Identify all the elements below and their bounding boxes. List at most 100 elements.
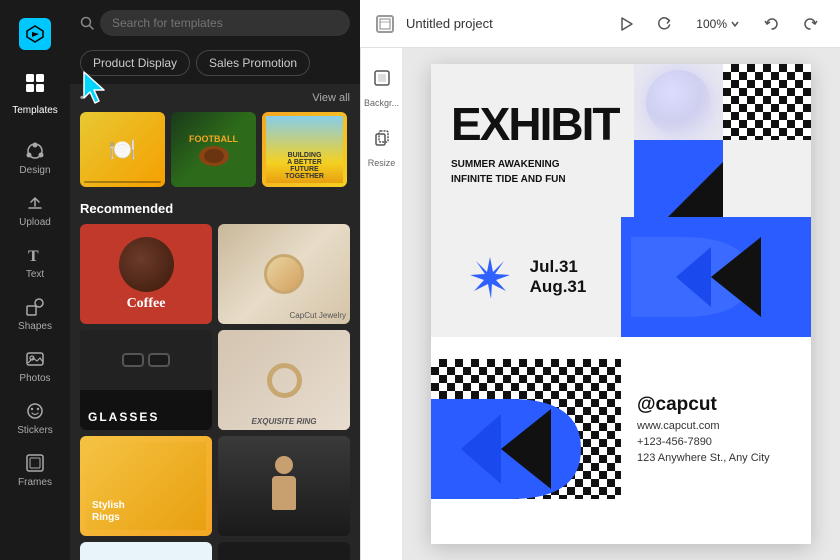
recommended-section-title: Recommended [80,201,173,216]
canvas-checker-topleft [723,64,811,140]
template-card-coffee[interactable]: Coffee [80,224,212,324]
resize-label: Resize [368,158,396,168]
top-bar: Untitled project 100% [360,0,840,48]
sidebar-label-text: Text [26,269,44,280]
sidebar-item-shapes[interactable]: Shapes [0,288,70,340]
design-icon [24,140,46,162]
canvas-dates-section: Jul.31 Aug.31 [431,217,621,337]
canvas-container: EXHIBIT SUMMER AWAKENING INFINITE TIDE A… [402,48,840,560]
template-card-jewelry[interactable]: CapCut Jewelry [218,224,350,324]
canvas-handle: @capcut [637,394,795,416]
canvas-area-wrapper: Backgr... Resize EXHIBIT [360,48,840,560]
canvas-blue-section [634,140,722,216]
sidebar-item-frames[interactable]: Frames [0,444,70,496]
template-card-stylish[interactable]: StylishRings [80,436,212,536]
canvas-subtitle-line2: INFINITE TIDE AND FUN [451,172,618,187]
sidebar-item-templates[interactable]: Templates [0,64,70,132]
view-all-button[interactable]: View all [312,92,350,104]
top-bar-actions: 100% [612,10,824,38]
exhibit-canvas[interactable]: EXHIBIT SUMMER AWAKENING INFINITE TIDE A… [431,64,811,544]
background-tool[interactable]: Backgr... [362,56,402,112]
project-icon [376,15,394,33]
canvas-website: www.capcut.com [637,420,795,432]
featured-row: 🍽️ FOOTBALL BUILDING A BETTER FUTURE TOG… [80,112,350,187]
search-bar [70,0,360,44]
sidebar-label-photos: Photos [19,373,50,384]
main-area: Untitled project 100% [360,0,840,560]
sidebar-label-design: Design [19,165,50,176]
svg-text:T: T [28,248,39,265]
app-logo [19,18,51,50]
filter-tab-product-display[interactable]: Product Display [80,50,190,76]
sidebar-label-upload: Upload [19,217,51,228]
filter-tabs: Product Display Sales Promotion [70,44,360,84]
zoom-control[interactable]: 100% [688,13,748,35]
logo-area [0,8,70,64]
project-name: Untitled project [406,16,600,31]
frames-icon [24,452,46,474]
glasses-label: GLASSES [88,410,159,424]
zoom-level: 100% [696,17,727,31]
canvas-top-right [634,64,811,217]
blur-circle-element [646,70,711,135]
photos-icon [24,348,46,370]
canvas-blue-arrow-section [621,217,811,337]
featured-section-title: • [80,92,84,104]
upload-icon [24,192,46,214]
sidebar-label-frames: Frames [18,477,52,488]
undo-button[interactable] [758,10,786,38]
canvas-title-section: EXHIBIT SUMMER AWAKENING INFINITE TIDE A… [431,64,634,217]
text-icon: T [24,244,46,266]
background-label: Backgr... [364,98,399,108]
background-icon [364,60,400,96]
canvas-exhibit-title: EXHIBIT [451,103,618,147]
stylish-label: StylishRings [92,500,125,524]
star-shape-element [466,253,514,301]
canvas-date1: Jul.31 [530,257,578,277]
resize-icon [364,120,400,156]
canvas-blur-section [634,64,722,140]
redo-button[interactable] [796,10,824,38]
ring-label: EXQUISITE RING [218,417,350,426]
template-card-ring[interactable]: EXQUISITE RING [218,330,350,430]
sidebar-item-photos[interactable]: Photos [0,340,70,392]
template-card-food[interactable]: 🍽️ [80,112,165,187]
search-input[interactable] [100,10,350,36]
left-sidebar: Templates Design Upload T Text [0,0,70,560]
templates-panel: Product Display Sales Promotion • View a… [70,0,360,560]
jewelry-label: CapCut Jewelry [290,311,346,320]
canvas-address: 123 Anywhere St., Any City [637,452,795,464]
canvas-date2: Aug.31 [530,277,587,297]
blue-geometric-shape [621,217,811,337]
recommended-grid: Coffee CapCut Jewelry [80,224,350,560]
canvas-subtitle: SUMMER AWAKENING INFINITE TIDE AND FUN [451,157,618,187]
template-card-chocolate[interactable]: CHOCOLATECHIP CAPCUT [218,542,350,560]
refresh-button[interactable] [650,10,678,38]
sidebar-item-design[interactable]: Design [0,132,70,184]
templates-icon [24,72,46,94]
sidebar-item-text[interactable]: T Text [0,236,70,288]
sidebar-label-shapes: Shapes [18,321,52,332]
play-button[interactable] [612,10,640,38]
stickers-icon [24,400,46,422]
template-card-football[interactable]: FOOTBALL [171,112,256,187]
sidebar-item-stickers[interactable]: Stickers [0,392,70,444]
coffee-image [119,237,174,292]
template-card-building[interactable]: BUILDING A BETTER FUTURE TOGETHER [262,112,347,187]
search-icon [80,16,94,30]
sidebar-label-stickers: Stickers [17,425,53,436]
resize-tool[interactable]: Resize [362,116,402,172]
canvas-subtitle-line1: SUMMER AWAKENING [451,157,618,172]
template-card-pizza[interactable]: CapCut PIZZA [80,542,212,560]
template-card-person[interactable] [218,436,350,536]
sidebar-label-templates: Templates [4,97,66,124]
sidebar-item-upload[interactable]: Upload [0,184,70,236]
recommended-section-header: Recommended [80,201,350,216]
bottom-blue-shape [431,359,621,499]
panel-content: • View all 🍽️ FOOTBALL BUILDING A BETTER [70,84,360,560]
filter-tab-sales-promotion[interactable]: Sales Promotion [196,50,310,76]
coffee-label: Coffee [127,296,166,312]
chevron-down-icon [730,19,740,29]
right-sidebar: Backgr... Resize [360,48,402,560]
template-card-glasses[interactable]: GLASSES [80,330,212,430]
